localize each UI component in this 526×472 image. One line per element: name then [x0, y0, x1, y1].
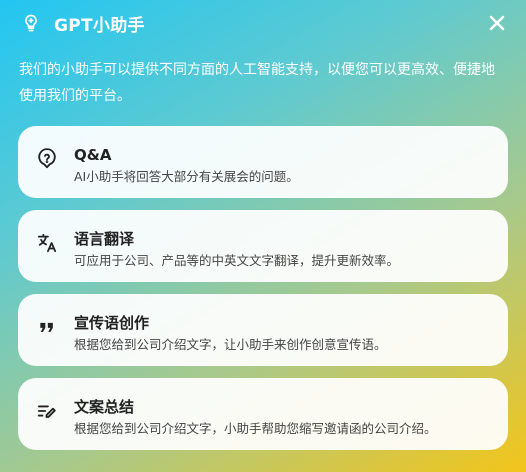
close-icon[interactable] — [486, 12, 508, 34]
translate-icon — [36, 232, 58, 254]
card-desc: 可应用于公司、产品等的中英文文字翻译，提升更新效率。 — [74, 253, 400, 268]
card-slogan[interactable]: 宣传语创作 根据您给到公司介绍文字，让小助手来创作创意宣传语。 — [18, 294, 508, 366]
card-desc: AI小助手将回答大部分有关展会的问题。 — [74, 169, 299, 184]
card-qa[interactable]: Q&A AI小助手将回答大部分有关展会的问题。 — [18, 126, 508, 198]
intro-text: 我们的小助手可以提供不同方面的人工智能支持，以便您可以更高效、便捷地使用我们的平… — [19, 62, 495, 104]
assistant-panel: GPT小助手 我们的小助手可以提供不同方面的人工智能支持，以便您可以更高效、便捷… — [0, 0, 526, 472]
question-bubble-icon — [36, 148, 58, 170]
edit-notes-icon — [36, 400, 58, 422]
card-title: 语言翻译 — [74, 230, 135, 248]
card-title: Q&A — [74, 146, 112, 164]
card-translate[interactable]: 语言翻译 可应用于公司、产品等的中英文文字翻译，提升更新效率。 — [18, 210, 508, 282]
card-summary[interactable]: 文案总结 根据您给到公司介绍文字，小助手帮助您缩写邀请函的公司介绍。 — [18, 378, 508, 450]
card-title: 宣传语创作 — [74, 314, 150, 332]
panel-header: GPT小助手 — [18, 0, 508, 46]
card-desc: 根据您给到公司介绍文字，让小助手来创作创意宣传语。 — [74, 337, 387, 352]
panel-title: GPT小助手 — [54, 15, 145, 36]
brain-bulb-icon — [20, 12, 42, 34]
card-desc: 根据您给到公司介绍文字，小助手帮助您缩写邀请函的公司介绍。 — [74, 421, 437, 436]
quote-icon — [36, 316, 58, 338]
card-title: 文案总结 — [74, 398, 135, 416]
